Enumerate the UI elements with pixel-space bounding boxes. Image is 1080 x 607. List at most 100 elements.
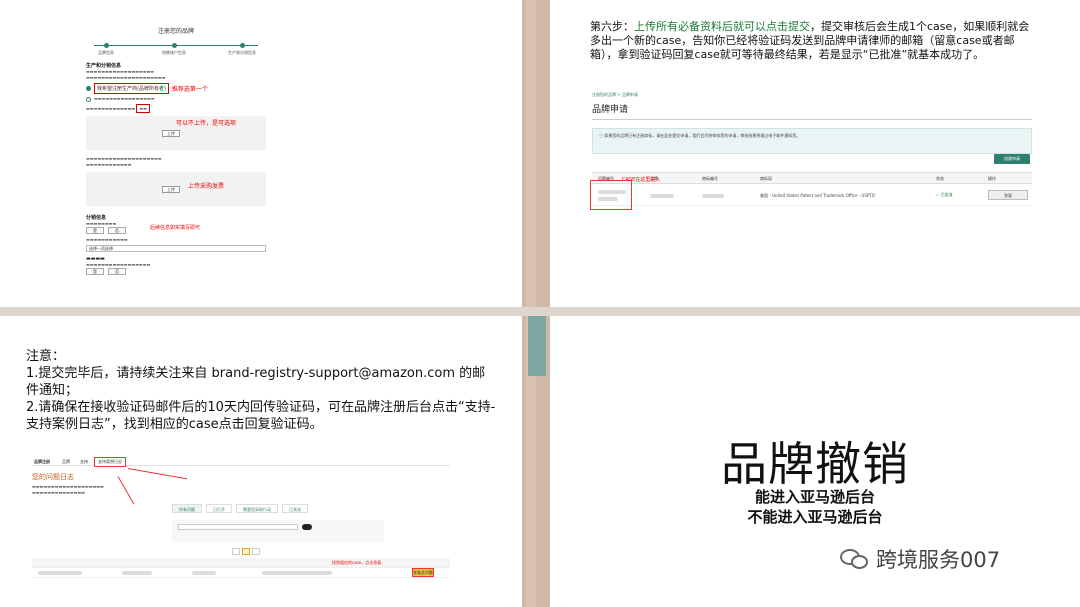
distribution-question-2: ▬▬▬▬▬▬▬▬▬▬▬	[86, 237, 128, 242]
support-case-log-menu[interactable]: 支持案例日志	[94, 457, 126, 467]
subtitle-can-access: 能进入亚马逊后台	[754, 488, 875, 506]
page-title: 品牌申请	[592, 105, 629, 115]
blurred-brand	[650, 194, 674, 198]
reply-case-button[interactable]: 答复此问题	[412, 568, 434, 577]
watermark-text: 跨境服务007	[876, 548, 1001, 572]
step-label-2: 销售账户信息	[162, 50, 186, 55]
log-tabs: 所有问题 已打开 需要您采取行动 已关闭	[172, 504, 308, 513]
brand-revocation-panel: 品牌撤销 能进入亚马逊后台 不能进入亚马逊后台 跨境服务007	[550, 316, 1080, 607]
info-banner: ⓘ 如果您的品牌已有注册商标，请在此处提交申请，我们会尽快审核您的申请，审核结果…	[592, 128, 1032, 154]
subtitle-cannot-access: 不能进入亚马逊后台	[747, 508, 883, 526]
case-annotation: CASE在这里进入	[622, 177, 661, 183]
radio-unselected-icon[interactable]	[86, 96, 91, 102]
no-button-2[interactable]: 否	[108, 268, 126, 275]
blurred-date	[122, 571, 152, 575]
watermark: 跨境服务007	[840, 544, 1000, 574]
tab-closed[interactable]: 已关闭	[282, 504, 308, 513]
trademark-office: 美国 - United States Patent and Trademark …	[760, 193, 875, 198]
reply-button[interactable]: 答复	[988, 190, 1028, 200]
search-input[interactable]	[178, 524, 298, 530]
step-dot-3	[240, 43, 245, 48]
nav-item-support[interactable]: 支持	[80, 459, 88, 465]
blurred-case[interactable]	[38, 571, 82, 575]
yes-button-2[interactable]: 是	[86, 268, 104, 275]
title-divider	[592, 119, 1032, 120]
no-button-1[interactable]: 否	[108, 227, 126, 234]
optional-highlight: ▬▬	[136, 104, 150, 113]
support-nav: 品牌注册 品牌 支持 支持案例日志	[32, 456, 450, 467]
table-header	[32, 558, 450, 568]
nav-item-brand[interactable]: 品牌	[62, 459, 70, 465]
instruction-prefix: 第六步：	[590, 20, 634, 33]
notes-text: 注意： 1.提交完毕后，请持续关注来自 brand-registry-suppo…	[26, 348, 496, 433]
submission-step-panel: 第六步：上传所有必备资料后就可以点击提交，提交审核后会生成1个case，如果顺利…	[550, 0, 1080, 307]
yes-no-group-2: 是否	[86, 268, 266, 275]
search-area	[172, 520, 384, 542]
annotation-invoice: 上传采购发票	[188, 183, 225, 190]
annotation-fill: 后续信息如实填写即可	[150, 225, 201, 231]
tab-action-required[interactable]: 需要您采取行动	[236, 504, 278, 513]
instruction-highlight: 上传所有必备资料后就可以点击提交	[634, 20, 810, 33]
divider-accent	[528, 316, 546, 376]
notes-panel: 注意： 1.提交完毕后，请持续关注来自 brand-registry-suppo…	[0, 316, 522, 607]
step-dot-2	[172, 43, 177, 48]
upload-instruction: ▬▬▬▬▬▬▬▬▬▬▬▬▬ ▬▬	[86, 104, 266, 113]
brand-application-screenshot: 注册您的品牌 > 品牌申请 品牌申请 ⓘ 如果您的品牌已有注册商标，请在此处提交…	[590, 92, 1032, 292]
blurred-subject	[262, 571, 332, 575]
log-description: ▬▬▬▬▬▬▬▬▬▬▬▬▬▬▬▬▬▬▬ ▬▬▬▬▬▬▬▬▬▬▬▬▬▬	[32, 484, 104, 495]
vertical-divider	[522, 0, 550, 607]
section-description: ▬▬▬▬▬▬▬▬▬▬▬▬▬▬▬▬▬▬ ▬▬▬▬▬▬▬▬▬▬▬▬▬▬▬▬▬▬▬▬▬	[86, 69, 166, 80]
step-label-1: 品牌信息	[98, 50, 114, 55]
step-six-instruction: 第六步：上传所有必备资料后就可以点击提交，提交审核后会生成1个case，如果顺利…	[590, 20, 1030, 62]
case-highlight-box	[590, 180, 632, 210]
search-button[interactable]	[302, 524, 312, 530]
breadcrumb[interactable]: 注册您的品牌 > 品牌申请	[592, 92, 1032, 98]
brand-registration-form-panel: 注册您的品牌 品牌信息 销售账户信息 生产和分销信息 生产和分销信息 ▬▬▬▬▬…	[0, 0, 522, 307]
tab-open[interactable]: 已打开	[206, 504, 232, 513]
create-application-button[interactable]: 创建申请	[994, 154, 1030, 164]
table-row	[32, 568, 450, 578]
annotation-recommend: 推荐选第一个	[171, 86, 208, 93]
form-title: 注册您的品牌	[157, 28, 194, 35]
note-2: 2.请确保在接收验证码邮件后的10天内回传验证码，可在品牌注册后台点击“支持-支…	[26, 400, 496, 432]
step-indicator: 品牌信息 销售账户信息 生产和分销信息	[86, 41, 266, 59]
yes-button-1[interactable]: 是	[86, 227, 104, 234]
status-approved: ✓ 已批准	[936, 192, 953, 197]
annotation-optional: 可以不上传，是可选项	[176, 120, 237, 127]
tab-all[interactable]: 所有问题	[172, 504, 202, 513]
registration-form-screenshot: 注册您的品牌 品牌信息 销售账户信息 生产和分销信息 生产和分销信息 ▬▬▬▬▬…	[86, 20, 266, 280]
annotation-reply: 找到相应的case，点击答复	[332, 560, 382, 565]
distribution-section-title: 分销信息	[86, 215, 107, 221]
page-1-button[interactable]	[242, 548, 250, 555]
note-title: 注意：	[26, 349, 66, 364]
section-title: 生产和分销信息	[86, 63, 122, 69]
upload-instruction-2: ▬▬▬▬▬▬▬▬▬▬▬▬▬▬▬▬▬▬▬▬ ▬▬▬▬▬▬▬▬▬▬▬▬	[86, 156, 162, 167]
radio-option-1-label: 我希望注册生产商(品牌所有者)	[94, 83, 169, 94]
column-header-trademark[interactable]: 商标编号	[702, 176, 718, 182]
upload-button-1[interactable]: 上传	[162, 130, 180, 137]
radio-option-2[interactable]: ▬▬▬▬▬▬▬▬▬▬▬▬▬▬▬▬	[86, 96, 266, 102]
pagination	[232, 548, 260, 555]
upload-area-2[interactable]: 上传	[86, 172, 266, 206]
step-label-3: 生产和分销信息	[228, 50, 256, 55]
column-header-action: 操作	[988, 176, 996, 181]
blurred-trademark	[702, 194, 724, 198]
page-prev-button[interactable]	[232, 548, 240, 555]
upload-button-2[interactable]: 上传	[162, 186, 180, 193]
step-dot-1	[104, 43, 109, 48]
radio-option-2-label: ▬▬▬▬▬▬▬▬▬▬▬▬▬▬▬▬	[94, 96, 155, 101]
nav-item-brand-registry[interactable]: 品牌注册	[34, 459, 50, 465]
radio-option-1[interactable]: 我希望注册生产商(品牌所有者) 推荐选第一个	[86, 83, 266, 94]
note-1: 1.提交完毕后，请持续关注来自 brand-registry-support@a…	[26, 366, 486, 398]
radio-selected-icon[interactable]	[86, 86, 91, 91]
wechat-icon	[840, 547, 870, 571]
table-row: 美国 - United States Patent and Trademark …	[592, 186, 1032, 206]
info-text: 如果您的品牌已有注册商标，请在此处提交申请，我们会尽快审核您的申请，审核结果将通…	[604, 133, 801, 138]
country-select[interactable]: 选择一项选择	[86, 245, 266, 252]
revocation-title: 品牌撤销	[721, 437, 909, 491]
column-header-status[interactable]: 状态	[936, 176, 944, 182]
log-title: 您的问题日志	[32, 473, 74, 481]
support-log-screenshot: 品牌注册 品牌 支持 支持案例日志 您的问题日志 ▬▬▬▬▬▬▬▬▬▬▬▬▬▬▬…	[32, 456, 450, 588]
page-next-button[interactable]	[252, 548, 260, 555]
column-header-office[interactable]: 商标局	[760, 176, 772, 182]
